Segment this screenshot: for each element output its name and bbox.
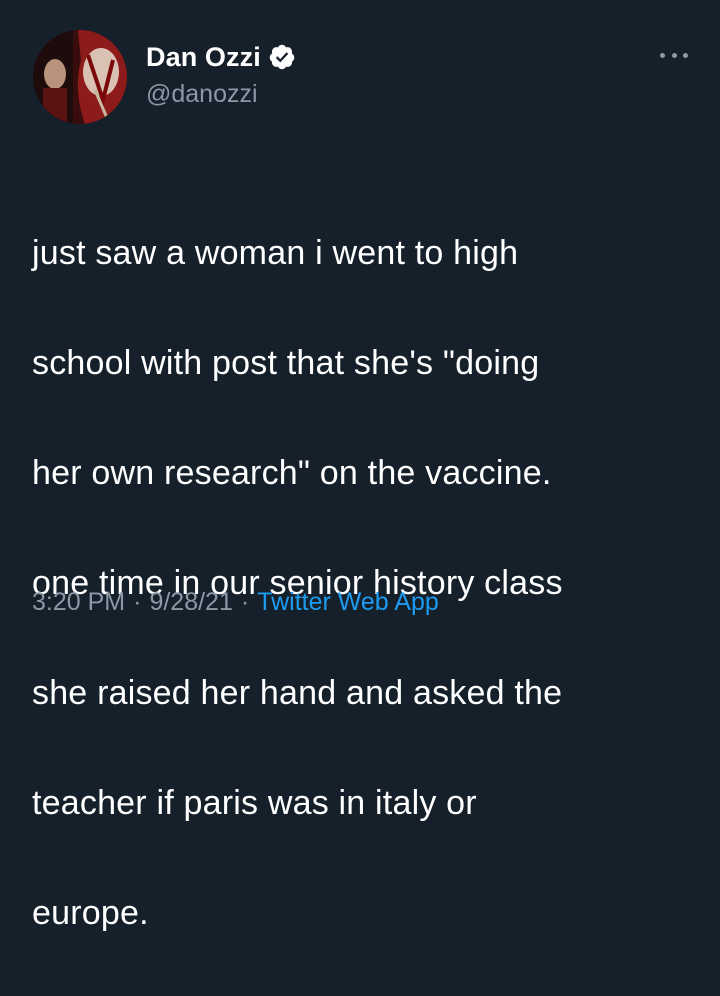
avatar-image <box>33 30 127 124</box>
meta-separator: · <box>240 588 250 616</box>
tweet-text-line: school with post that she's "doing <box>32 344 540 382</box>
tweet-meta: 3:20 PM · 9/28/21 · Twitter Web App <box>32 588 439 617</box>
tweet-text-line: teacher if paris was in italy or <box>32 784 477 822</box>
more-dot-icon <box>683 52 688 58</box>
tweet-date[interactable]: 9/28/21 <box>149 588 232 617</box>
meta-separator: · <box>133 588 142 616</box>
tweet-text-line: she raised her hand and asked the <box>32 674 563 712</box>
author-handle[interactable]: @danozzi <box>146 80 258 109</box>
tweet-card: Dan Ozzi @danozzi just saw a woman i wen… <box>0 0 720 932</box>
tweet-text-line: her own research" on the vaccine. <box>32 454 552 492</box>
author-name-row[interactable]: Dan Ozzi <box>146 40 296 74</box>
tweet-text-line: just saw a woman i went to high <box>32 234 519 272</box>
more-dot-icon <box>660 52 665 58</box>
tweet-text: just saw a woman i went to high school w… <box>32 171 692 996</box>
author-display-name[interactable]: Dan Ozzi <box>146 42 261 73</box>
tweet-time[interactable]: 3:20 PM <box>32 588 125 617</box>
tweet-source-link[interactable]: Twitter Web App <box>257 588 439 617</box>
avatar[interactable] <box>33 30 127 124</box>
more-options-icon[interactable] <box>660 48 688 62</box>
tweet-text-line: europe. <box>32 894 149 932</box>
verified-badge-icon <box>269 44 295 70</box>
more-dot-icon <box>671 52 677 58</box>
